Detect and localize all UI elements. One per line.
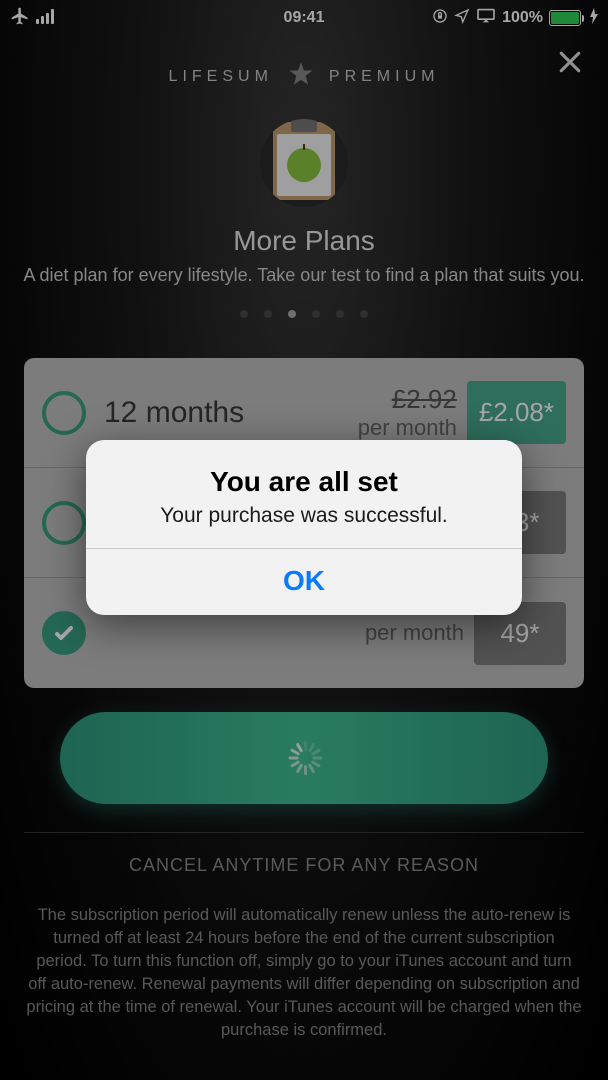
alert-title: You are all set	[106, 466, 502, 498]
alert-ok-button[interactable]: OK	[86, 549, 522, 615]
alert-message: Your purchase was successful.	[106, 504, 502, 528]
success-alert: You are all set Your purchase was succes…	[86, 440, 522, 615]
